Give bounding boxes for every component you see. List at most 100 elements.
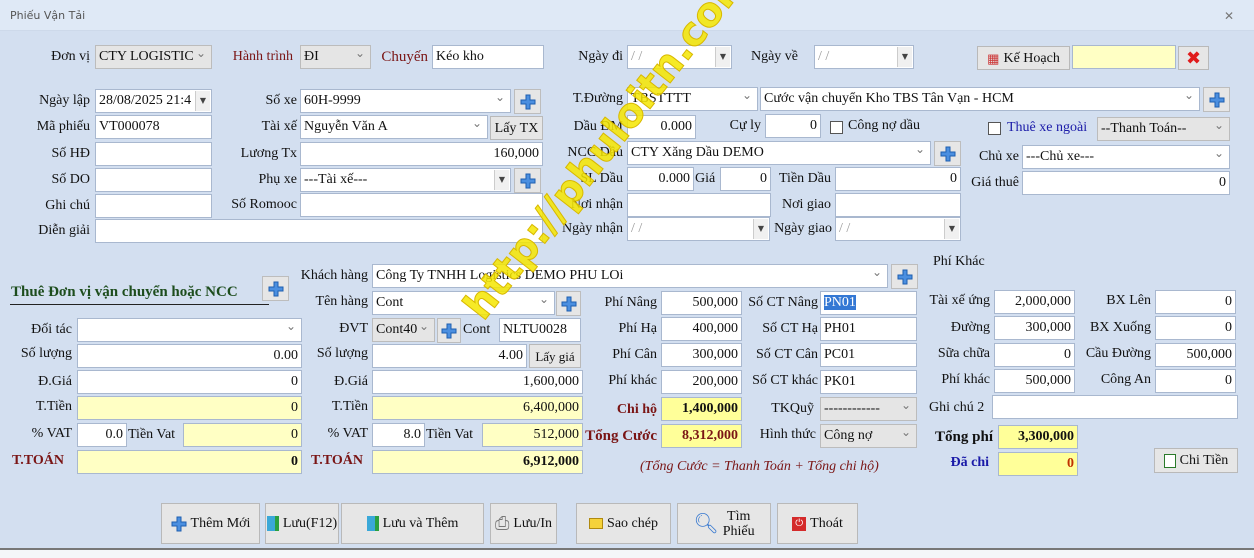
lay-gia-button[interactable]: Lấy giá (529, 344, 581, 368)
ncc-dau-select[interactable]: CTY Xăng Dầu DEMO (627, 141, 931, 165)
cont-field[interactable]: NLTU0028 (499, 318, 581, 342)
noi-giao-field[interactable] (835, 193, 961, 217)
chu-xe-select[interactable]: ---Chủ xe--- (1022, 145, 1230, 169)
so-do-field[interactable] (95, 168, 212, 192)
ngay-lap-datepicker[interactable]: 28/08/2025 21:4 ▼ (95, 89, 212, 113)
so-xe-select[interactable]: 60H-9999 (300, 89, 511, 113)
t-duong-select[interactable]: TBSTTTT (627, 87, 758, 111)
fee-field[interactable]: 300,000 (661, 343, 742, 367)
gia-field[interactable]: 0 (720, 167, 771, 191)
dvt-select[interactable]: Cont40 (372, 318, 435, 342)
ncc-vat-field[interactable]: 0.0 (77, 423, 127, 447)
t-duong-label: T.Đường (572, 91, 623, 106)
fee-ct-field[interactable]: PN01 (820, 291, 917, 315)
ke-hoach-button[interactable]: ▦ Kế Hoạch (977, 46, 1070, 70)
ke-hoach-field[interactable] (1072, 45, 1176, 69)
add-so-xe-button[interactable] (514, 89, 541, 114)
other-fee-field[interactable]: 0 (1155, 369, 1236, 393)
ncc-section-title: Thuê Đơn vị vận chuyển hoặc NCC (11, 284, 238, 300)
ngay-ve-datepicker[interactable]: / / ▼ (814, 45, 914, 69)
other-fee-field[interactable]: 500,000 (1155, 343, 1236, 367)
so-romooc-field[interactable] (300, 193, 543, 217)
fee-field[interactable]: 500,000 (661, 291, 742, 315)
tk-quy-select[interactable]: ------------ (820, 397, 917, 421)
fee-field[interactable]: 200,000 (661, 370, 742, 394)
sao-chep-button[interactable]: Sao chép (576, 503, 671, 544)
them-moi-button[interactable]: Thêm Mới (161, 503, 260, 544)
ten-hang-select[interactable]: Cont (372, 291, 555, 315)
cong-no-dau-checkbox[interactable] (830, 121, 843, 134)
t-toan-field: 6,912,000 (372, 450, 583, 474)
ghi-chu-2-field[interactable] (992, 395, 1238, 419)
chi-tien-button[interactable]: Chi Tiền (1154, 448, 1238, 473)
close-icon[interactable]: ✕ (1224, 9, 1234, 23)
chuyen-field[interactable]: Kéo kho (432, 45, 544, 69)
fee-ct-field[interactable]: PC01 (820, 343, 917, 367)
tong-cuoc-label: Tổng Cước (585, 428, 657, 444)
add-khach-hang-button[interactable] (891, 264, 918, 289)
other-fee-field[interactable]: 300,000 (994, 316, 1075, 340)
ncc-t-tien-label: T.Tiền (35, 399, 72, 414)
tai-xe-select[interactable]: Nguyễn Văn A (300, 115, 488, 139)
cu-ly-field[interactable]: 0 (765, 114, 821, 138)
fee-field[interactable]: 400,000 (661, 317, 742, 341)
don-vi-select[interactable]: CTY LOGISTIC (95, 45, 212, 69)
khach-hang-select[interactable]: Công Ty TNHH Logistics DEMO PHU LOi (372, 264, 888, 288)
fee-ct-field[interactable]: PH01 (820, 317, 917, 341)
tim-phieu-button[interactable]: 🔍︎ Tìm Phiếu (677, 503, 771, 544)
tien-dau-field[interactable]: 0 (835, 167, 961, 191)
other-fee-label: BX Lên (1106, 293, 1151, 308)
hinh-thuc-select[interactable]: Công nợ (820, 424, 917, 448)
luu-in-button[interactable]: ⎙ Lưu/In (490, 503, 557, 544)
dropdown-arrow-icon[interactable]: ▼ (494, 170, 509, 190)
thanh-toan-select[interactable]: --Thanh Toán-- (1097, 117, 1230, 141)
dropdown-arrow-icon[interactable]: ▼ (195, 91, 210, 111)
phu-xe-select[interactable]: ---Tài xế--- ▼ (300, 168, 511, 192)
dropdown-arrow-icon[interactable]: ▼ (715, 47, 730, 67)
hanh-trinh-label: Hành trình (232, 49, 293, 64)
luong-tx-field[interactable]: 160,000 (300, 142, 543, 166)
dropdown-arrow-icon[interactable]: ▼ (897, 47, 912, 67)
thue-xe-ngoai-checkbox[interactable] (988, 122, 1001, 135)
other-fee-field[interactable]: 0 (1155, 316, 1236, 340)
other-fee-field[interactable]: 2,000,000 (994, 290, 1075, 314)
hanh-trinh-select[interactable]: ĐI (300, 45, 371, 69)
sl-dau-field[interactable]: 0.000 (627, 167, 694, 191)
add-phu-xe-button[interactable] (514, 168, 541, 193)
vat-field[interactable]: 8.0 (372, 423, 425, 447)
other-fee-field[interactable]: 500,000 (994, 369, 1075, 393)
other-fee-field[interactable]: 0 (994, 343, 1075, 367)
add-dvt-button[interactable] (437, 318, 461, 343)
route-desc-select[interactable]: Cước vận chuyển Kho TBS Tân Vạn - HCM (760, 87, 1200, 111)
don-gia-field[interactable]: 1,600,000 (372, 370, 583, 394)
ma-phieu-field[interactable]: VT000078 (95, 115, 212, 139)
ncc-so-luong-field[interactable]: 0.00 (77, 344, 302, 368)
dropdown-arrow-icon[interactable]: ▼ (944, 219, 959, 239)
add-ncc-dau-button[interactable] (934, 141, 961, 166)
other-fee-field[interactable]: 0 (1155, 290, 1236, 314)
add-route-button[interactable] (1203, 87, 1230, 112)
ncc-don-gia-field[interactable]: 0 (77, 370, 302, 394)
t-toan-label: T.TOÁN (311, 453, 363, 468)
dau-dm-field[interactable]: 0.000 (627, 115, 696, 139)
so-luong-field[interactable]: 4.00 (372, 344, 527, 368)
add-ten-hang-button[interactable] (556, 291, 581, 316)
thoat-button[interactable]: ⏻ Thoát (777, 503, 858, 544)
luu-va-them-button[interactable]: Lưu và Thêm (341, 503, 484, 544)
ngay-di-datepicker[interactable]: / / ▼ (627, 45, 732, 69)
ngay-giao-datepicker[interactable]: / / ▼ (835, 217, 961, 241)
so-hd-field[interactable] (95, 142, 212, 166)
luu-button[interactable]: Lưu(F12) (265, 503, 339, 544)
gia-thue-field[interactable]: 0 (1022, 171, 1230, 195)
clear-button[interactable]: ✖ (1178, 46, 1209, 70)
lay-tx-button[interactable]: Lấy TX (490, 116, 543, 140)
luu-label: Lưu(F12) (282, 516, 338, 531)
ghi-chu-field[interactable] (95, 194, 212, 218)
window-title: Phiếu Vận Tải (10, 9, 86, 22)
ngay-nhan-datepicker[interactable]: / / ▼ (627, 217, 770, 241)
doi-tac-select[interactable] (77, 318, 302, 342)
noi-nhan-field[interactable] (627, 193, 771, 217)
dien-giai-field[interactable] (95, 219, 543, 243)
fee-ct-field[interactable]: PK01 (820, 370, 917, 394)
dropdown-arrow-icon[interactable]: ▼ (753, 219, 768, 239)
